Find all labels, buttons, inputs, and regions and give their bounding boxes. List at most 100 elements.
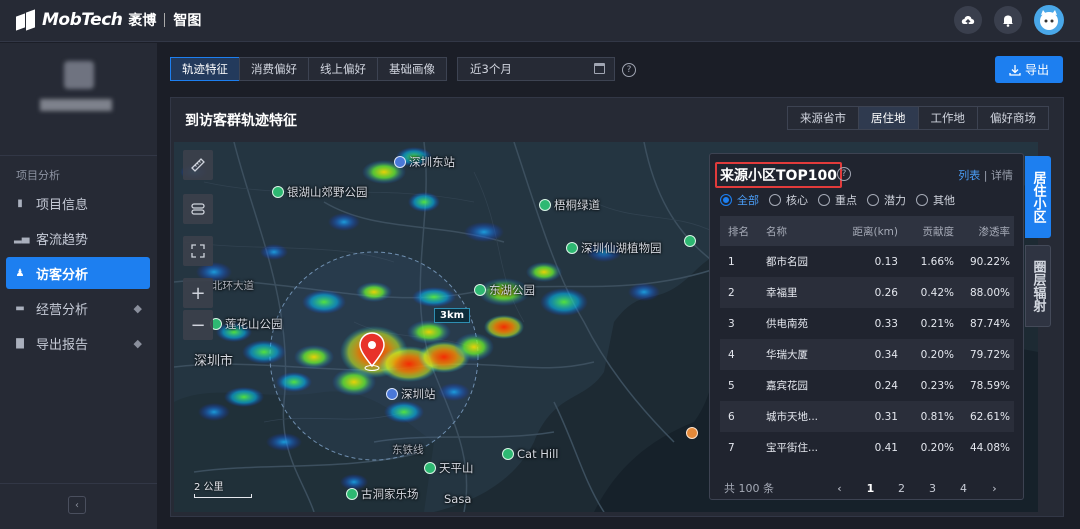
next-page-icon[interactable]: › (979, 482, 1010, 495)
diamond-icon: ◆ (133, 336, 142, 350)
sidebar-item-export-report[interactable]: ▇ 导出报告 ◆ (6, 327, 150, 359)
layers-icon (191, 203, 205, 215)
help-icon[interactable]: ? (622, 63, 636, 77)
list-link[interactable]: 列表 (958, 169, 980, 182)
category-filters: 全部 核心 重点 潜力 其他 (720, 192, 955, 208)
bell-icon[interactable] (994, 6, 1022, 34)
file-icon: ▮ (17, 197, 23, 209)
filter-potential[interactable]: 潜力 (867, 192, 906, 208)
tab-profile[interactable]: 基础画像 (377, 57, 447, 81)
filter-core[interactable]: 核心 (769, 192, 808, 208)
logo[interactable]: MobTech 袤博 智图 (16, 10, 201, 30)
sidebar: 项目分析 ▮ 项目信息 ▂▄ 客流趋势 ♟ 访客分析 ▬ 经营分析 ◆ ▇ 导出… (0, 43, 157, 529)
map-label: 东铁线 (392, 444, 424, 456)
report-icon: ▇ (16, 337, 24, 349)
table-row[interactable]: 6 城市天地... 0.31 0.81% 62.61% (720, 401, 1014, 432)
sidebar-item-business-analysis[interactable]: ▬ 经营分析 ◆ (6, 292, 150, 324)
help-icon[interactable]: ? (837, 167, 851, 181)
sidebar-item-traffic-trend[interactable]: ▂▄ 客流趋势 (6, 222, 150, 254)
map-label (684, 234, 699, 248)
table-row[interactable]: 4 华瑞大厦 0.34 0.20% 79.72% (720, 339, 1014, 370)
tab-residence[interactable]: 居住地 (858, 106, 919, 130)
map-label (686, 426, 701, 440)
park-icon (272, 186, 284, 198)
divider (0, 155, 157, 156)
col-distance[interactable]: 距离(km) (838, 224, 898, 239)
map-label: 北环大道 (212, 280, 254, 292)
map-label: 深圳市 (194, 354, 234, 369)
panel-tabs: 来源省市 居住地 工作地 偏好商场 (787, 106, 1049, 130)
page-3[interactable]: 3 (917, 482, 948, 495)
tab-online[interactable]: 线上偏好 (308, 57, 378, 81)
zoom-out-button[interactable]: − (183, 310, 213, 340)
col-name[interactable]: 名称 (760, 224, 838, 239)
filter-all[interactable]: 全部 (720, 192, 759, 208)
map-label: Cat Hill (502, 447, 558, 461)
minus-icon: − (190, 314, 206, 336)
park-icon (502, 448, 514, 460)
page-1[interactable]: 1 (855, 482, 886, 495)
user-avatar (64, 61, 94, 89)
sidebar-item-project-info[interactable]: ▮ 项目信息 (6, 187, 150, 219)
tab-preferred-mall[interactable]: 偏好商场 (977, 106, 1049, 130)
prev-page-icon[interactable]: ‹ (824, 482, 855, 495)
user-icon: ♟ (15, 267, 25, 279)
table-row[interactable]: 5 嘉宾花园 0.24 0.23% 78.59% (720, 370, 1014, 401)
page-2[interactable]: 2 (886, 482, 917, 495)
table-row[interactable]: 1 都市名园 0.13 1.66% 90.22% (720, 246, 1014, 277)
collapse-sidebar-button[interactable]: ‹ (68, 496, 86, 514)
link-separator: | (983, 169, 991, 182)
sidebar-item-label: 访客分析 (36, 267, 89, 283)
divider (0, 483, 157, 484)
radio-icon (769, 194, 781, 206)
map-label: 莲花山公园 (210, 316, 283, 332)
zoom-in-button[interactable]: + (183, 278, 213, 308)
col-rank[interactable]: 排名 (720, 224, 760, 239)
park-icon (424, 462, 436, 474)
sidebar-item-label: 项目信息 (36, 197, 89, 213)
train-station-icon (386, 388, 398, 400)
radio-icon (818, 194, 830, 206)
fullscreen-button[interactable] (183, 236, 213, 266)
logo-icon (16, 11, 36, 29)
park-icon (346, 488, 358, 500)
radio-checked-icon (720, 194, 732, 206)
community-table: 排名 名称 距离(km) 贡献度 渗透率 1 都市名园 0.13 1.66% 9… (720, 216, 1014, 463)
ruler-tool-button[interactable] (183, 150, 213, 180)
tab-workplace[interactable]: 工作地 (917, 106, 978, 130)
map-label: 银湖山郊野公园 (272, 184, 368, 200)
ruler-icon (191, 158, 205, 172)
filter-other[interactable]: 其他 (916, 192, 955, 208)
page-4[interactable]: 4 (948, 482, 979, 495)
detail-link[interactable]: 详情 (991, 169, 1013, 182)
analysis-tabs: 轨迹特征 消费偏好 线上偏好 基础画像 (170, 57, 447, 81)
park-icon (684, 235, 696, 247)
table-row[interactable]: 7 宝平街住... 0.41 0.20% 44.08% (720, 432, 1014, 463)
tab-residential-community[interactable]: 居住小区 (1025, 156, 1051, 238)
col-contribution[interactable]: 贡献度 (898, 224, 955, 239)
sidebar-item-visitor-analysis[interactable]: ♟ 访客分析 (6, 257, 150, 289)
tab-trajectory[interactable]: 轨迹特征 (170, 57, 240, 81)
date-range-select[interactable]: 近3个月 (457, 57, 615, 81)
table-row[interactable]: 3 供电南苑 0.33 0.21% 87.74% (720, 308, 1014, 339)
map-label: 东湖公园 (474, 282, 535, 298)
col-penetration[interactable]: 渗透率 (954, 224, 1011, 239)
map-label: 深圳东站 (394, 154, 455, 170)
filter-key[interactable]: 重点 (818, 192, 857, 208)
table-row[interactable]: 2 幸福里 0.26 0.42% 88.00% (720, 277, 1014, 308)
source-community-card: 来源小区TOP100 ? 列表 | 详情 全部 核心 重点 潜力 其他 排名 名… (709, 153, 1024, 500)
sidebar-item-label: 经营分析 (36, 302, 89, 318)
brand-name: MobTech (42, 10, 123, 30)
bar-chart-icon: ▂▄ (14, 232, 30, 244)
tab-radiation-circle[interactable]: 圈层辐射 (1025, 245, 1051, 327)
park-icon (566, 242, 578, 254)
layers-button[interactable] (183, 194, 213, 224)
upload-icon[interactable] (954, 6, 982, 34)
tab-consumption[interactable]: 消费偏好 (239, 57, 309, 81)
diamond-icon: ◆ (133, 301, 142, 315)
table-header: 排名 名称 距离(km) 贡献度 渗透率 (720, 216, 1014, 246)
avatar[interactable] (1034, 5, 1064, 35)
export-button[interactable]: 导出 (995, 56, 1063, 83)
tab-source-city[interactable]: 来源省市 (787, 106, 859, 130)
card-title: 来源小区TOP100 (715, 162, 842, 188)
